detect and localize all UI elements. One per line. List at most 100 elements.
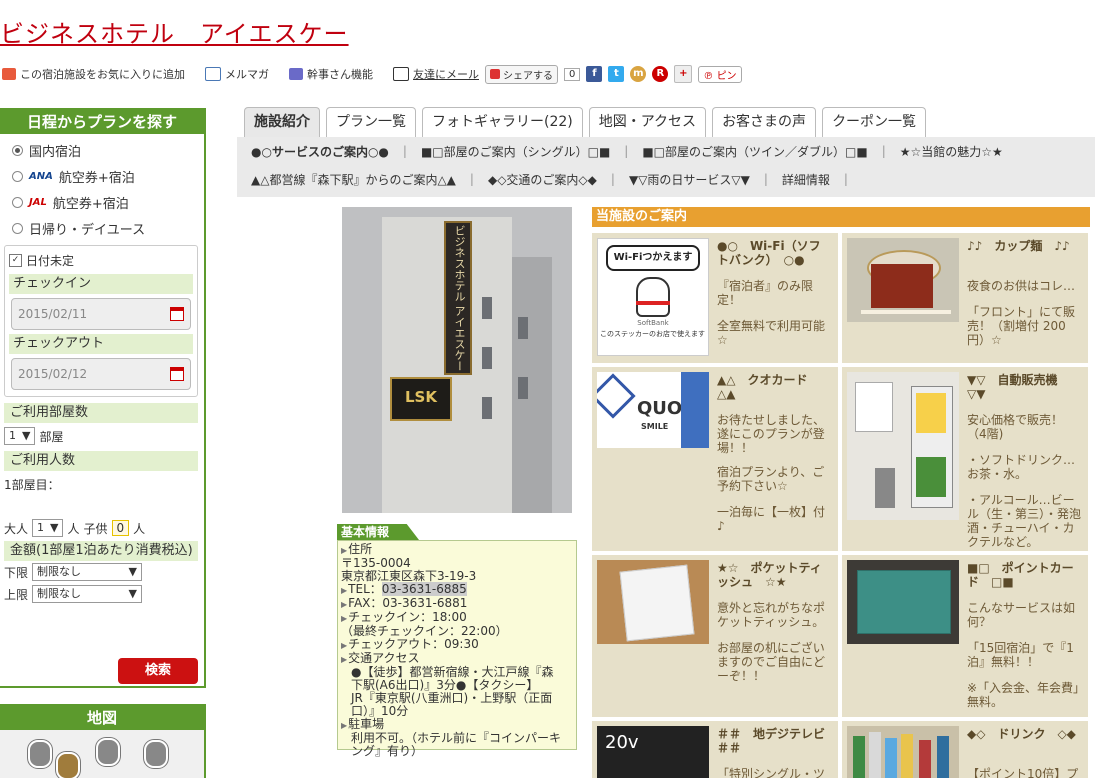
kanji-link[interactable]: 幹事さん機能 [289, 66, 387, 82]
guide-card-cup-noodle[interactable]: ♪♪ カップ麺 ♪♪ 夜食のお供はコレ… 「フロント」にて販売！（割増付 200… [842, 233, 1088, 363]
pinterest-button[interactable]: ℗ ピン [698, 65, 742, 83]
dropdown-icon: ▼ [22, 429, 31, 442]
rooms-row: 1 ▼ 部屋 [0, 423, 204, 449]
card-title: ▲△ クオカード △▲ [717, 373, 820, 401]
rakuten-icon[interactable]: R [652, 66, 669, 82]
bullet-icon: ▶ [341, 600, 348, 609]
undated-checkbox[interactable]: ✓ [9, 253, 22, 267]
calendar-icon[interactable] [170, 307, 184, 321]
radio[interactable] [12, 196, 23, 208]
tel-number[interactable]: 03-3631-6885 [381, 582, 467, 596]
tab-reviews[interactable]: お客さまの声 [712, 107, 817, 137]
guide-card-wifi[interactable]: Wi-Fiつかえます SoftBank このステッカーのお店で使えます ●○ W… [592, 233, 838, 363]
subnav-transport[interactable]: ◆◇交通のご案内◇◆ [488, 171, 597, 188]
tv-size: 20v [605, 732, 639, 753]
mailmag-link[interactable]: メルマガ [205, 66, 283, 82]
card-title: ＃＃ 地デジテレビ ＃＃ [717, 727, 838, 755]
guide-card-drink[interactable]: ◆◇ ドリンク ◇◆ 【ポイント10倍】プ [842, 721, 1088, 778]
map-pin-icon[interactable] [96, 738, 120, 766]
plus-icon[interactable]: + [674, 65, 693, 83]
rooms-label: ご利用部屋数 [4, 403, 198, 423]
pinterest-icon: ℗ [703, 70, 714, 82]
subnav-morishita[interactable]: ▲△都営線『森下駅』からのご案内△▲ [251, 171, 456, 188]
tab-photo-gallery[interactable]: フォトギャラリー(22) [422, 107, 583, 137]
people-label: ご利用人数 [4, 451, 198, 471]
point-card [857, 570, 951, 634]
guide-card-tv[interactable]: 20v ＃＃ 地デジテレビ ＃＃ 「特別シングル・ツ [592, 721, 838, 778]
bullet-icon: ▶ [341, 546, 348, 555]
subnav-single-room[interactable]: ■□部屋のご案内（シングル）□■ [421, 143, 610, 160]
subnav-row: ●○サービスのご案内○● | ■□部屋のご案内（シングル）□■ | ■□部屋のご… [237, 137, 1095, 165]
trash-bin [875, 468, 895, 508]
option-ana[interactable]: ANA 航空券+宿泊 [0, 163, 204, 189]
guide-card-vending[interactable]: ▼▽ 自動販売機 ▽▼ 安心価格で販売！（4階) ・ソフトドリンク…お茶・水。 … [842, 367, 1088, 551]
guide-card-tissue[interactable]: ★☆ ポケットティッシュ ☆★ 意外と忘れがちなポケットティッシュ。 お部屋の机… [592, 555, 838, 717]
option-dayuse[interactable]: 日帰り・デイユース [0, 215, 204, 241]
map-pin-icon[interactable] [28, 740, 52, 768]
undated-checkbox-row[interactable]: ✓ 日付未定 [9, 250, 193, 270]
tab-plans[interactable]: プラン一覧 [326, 107, 416, 137]
card-text: 【ポイント10倍】プ [967, 767, 1079, 778]
rooms-select[interactable]: 1 ▼ [4, 427, 36, 445]
window [855, 382, 893, 432]
card-title: ●○ Wi-Fi（ソフトバンク） ○● [717, 239, 821, 267]
guide-card-quo-card[interactable]: QUO SMILE ▲△ クオカード △▲ お待たせしました、遂にこのプランが登… [592, 367, 838, 551]
friend-mail-link[interactable]: 友達にメール [393, 66, 479, 82]
share-count: 0 [564, 67, 581, 81]
price-label: 金額(1部屋1泊あたり消費税込) [4, 541, 198, 561]
drinks-image [847, 726, 959, 778]
subnav-charm[interactable]: ★☆当館の魅力☆★ [900, 143, 1003, 160]
tissue-pack [619, 564, 695, 642]
bullet-icon: ▶ [341, 721, 348, 730]
option-domestic[interactable]: 国内宿泊 [0, 137, 204, 163]
point-card-image [847, 560, 959, 644]
mini-map[interactable] [0, 730, 204, 778]
tab-map-access[interactable]: 地図・アクセス [588, 107, 707, 137]
basic-info-heading: 基本情報 [337, 524, 420, 540]
favorite-link[interactable]: この宿泊施設をお気に入りに追加 [2, 66, 199, 82]
lower-row: 下限 制限なし ▼ [0, 561, 204, 583]
jal-logo: JAL [29, 196, 47, 208]
tab-coupons[interactable]: クーポン一覧 [822, 107, 927, 137]
room1-label: 1部屋目： [4, 477, 60, 492]
basic-info-body: ▶住所 〒135-0004 東京都江東区森下3-19-3 ▶TEL：03-363… [337, 540, 577, 758]
map-pin-icon[interactable] [56, 752, 80, 778]
radio[interactable] [12, 222, 23, 234]
card-text: 一泊毎に【一枚】付♪ [717, 505, 826, 533]
twitter-icon[interactable]: t [608, 66, 625, 82]
radio-selected[interactable] [12, 144, 23, 156]
card-text: お待たせしました、遂にこのプランが登場！！ [717, 413, 826, 455]
facebook-icon[interactable]: f [586, 66, 603, 82]
guide-card-point-card[interactable]: ■□ ポイントカード □■ こんなサービスは如何？ 「15回宿泊」で『1泊』無料… [842, 555, 1088, 717]
vending-machine-image [847, 372, 959, 520]
subnav-rainy-day[interactable]: ▼▽雨の日サービス▽▼ [629, 171, 750, 188]
subnav-details[interactable]: 詳細情報 [782, 171, 830, 188]
share-button[interactable]: シェアする [485, 64, 558, 84]
subnav-service[interactable]: ●○サービスのご案内○● [251, 143, 389, 160]
upper-price-select[interactable]: 制限なし ▼ [32, 585, 143, 603]
separator: | [610, 172, 615, 186]
tel: ▶TEL：03-3631-6885 [341, 582, 467, 596]
search-button[interactable]: 検索 [118, 658, 198, 684]
vertical-sign: ビジネスホテル アイエスケー [444, 221, 472, 375]
mixi-icon[interactable]: m [630, 66, 647, 82]
hotel-title[interactable]: ビジネスホテル アイエスケー [0, 14, 349, 49]
card-title: ◆◇ ドリンク ◇◆ [967, 727, 1076, 741]
card-text: ・ソフトドリンク…お茶・水。 [967, 453, 1076, 481]
window [482, 347, 492, 369]
plan-search-sidebar: 日程からプランを探す 国内宿泊 ANA 航空券+宿泊 JAL 航空券+宿泊 日帰… [0, 108, 206, 688]
subnav-twin-room[interactable]: ■□部屋のご案内（ツイン／ダブル）□■ [642, 143, 867, 160]
calendar-icon[interactable] [170, 367, 184, 381]
card-text: 安心価格で販売！（4階) [967, 413, 1064, 441]
bottle [937, 736, 949, 778]
checkin-date-input[interactable]: 2015/02/11 [11, 298, 191, 330]
option-jal[interactable]: JAL 航空券+宿泊 [0, 189, 204, 215]
adult-select[interactable]: 1 ▼ [32, 519, 64, 537]
lower-price-select[interactable]: 制限なし ▼ [32, 563, 143, 581]
wifi-sticker-image: Wi-Fiつかえます SoftBank このステッカーのお店で使えます [597, 238, 709, 356]
map-pin-icon[interactable] [144, 740, 168, 768]
tab-facility-intro[interactable]: 施設紹介 [244, 107, 320, 137]
checkout-date-input[interactable]: 2015/02/12 [11, 358, 191, 390]
child-count[interactable]: 0 [111, 520, 130, 536]
radio[interactable] [12, 170, 23, 182]
